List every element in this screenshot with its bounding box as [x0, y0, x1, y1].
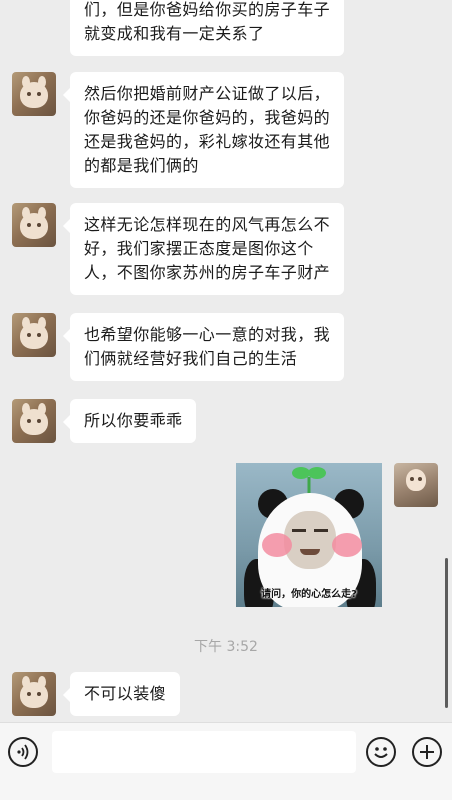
message-line: 不可以装傻	[84, 684, 167, 703]
message-line: 们，但是你爸妈给你买的房子车子	[84, 0, 331, 19]
message-line: 还是我爸妈的，彩礼嫁妆还有其他	[84, 132, 331, 151]
message-input[interactable]	[52, 731, 356, 773]
message-bubble[interactable]: 也希望你能够一心一意的对我，我 们俩就经营好我们自己的生活	[62, 313, 345, 381]
message-bubble[interactable]: 这样无论怎样现在的风气再怎么不 好，我们家摆正态度是图你这个 人，不图你家苏州的…	[62, 203, 345, 295]
message-line: 们俩就经营好我们自己的生活	[84, 349, 298, 368]
message-bubble[interactable]: 不可以装傻	[62, 672, 181, 716]
message-line: 的都是我们俩的	[84, 156, 199, 175]
chat-area: 们，但是你爸妈给你买的房子车子 就变成和我有一定关系了 然后你把婚前财产公证做了…	[0, 0, 452, 730]
message-bubble[interactable]: 所以你要乖乖	[62, 399, 197, 443]
contact-avatar[interactable]	[12, 313, 56, 357]
sticker-message[interactable]: 请问，你的心怎么走?	[236, 463, 382, 607]
more-button[interactable]	[412, 737, 442, 767]
plus-icon	[420, 745, 434, 759]
contact-avatar[interactable]	[12, 399, 56, 443]
message-bubble[interactable]: 们，但是你爸妈给你买的房子车子 就变成和我有一定关系了	[70, 0, 345, 56]
message-bubble[interactable]: 然后你把婚前财产公证做了以后， 你爸妈的还是你爸妈的，我爸妈的 还是我爸妈的，彩…	[62, 72, 345, 188]
scrollbar[interactable]	[445, 558, 448, 708]
message-line: 这样无论怎样现在的风气再怎么不	[84, 215, 331, 234]
sprout-icon	[292, 467, 326, 493]
message-line: 也希望你能够一心一意的对我，我	[84, 325, 331, 344]
message-line: 人，不图你家苏州的房子车子财产	[84, 263, 331, 282]
self-avatar[interactable]	[394, 463, 438, 507]
contact-avatar[interactable]	[12, 203, 56, 247]
message-line: 好，我们家摆正态度是图你这个	[84, 239, 314, 258]
timestamp: 下午 3:52	[194, 639, 258, 655]
contact-avatar[interactable]	[12, 72, 56, 116]
message-line: 然后你把婚前财产公证做了以后，	[84, 84, 331, 103]
voice-icon	[17, 744, 29, 760]
emoji-icon	[374, 747, 388, 758]
message-line: 就变成和我有一定关系了	[84, 24, 265, 43]
sticker-caption: 请问，你的心怎么走?	[261, 589, 357, 600]
contact-avatar[interactable]	[12, 672, 56, 716]
voice-button[interactable]	[8, 737, 38, 767]
emoji-button[interactable]	[366, 737, 396, 767]
message-line: 你爸妈的还是你爸妈的，我爸妈的	[84, 108, 331, 127]
message-line: 所以你要乖乖	[84, 411, 183, 430]
input-bar	[0, 722, 452, 800]
